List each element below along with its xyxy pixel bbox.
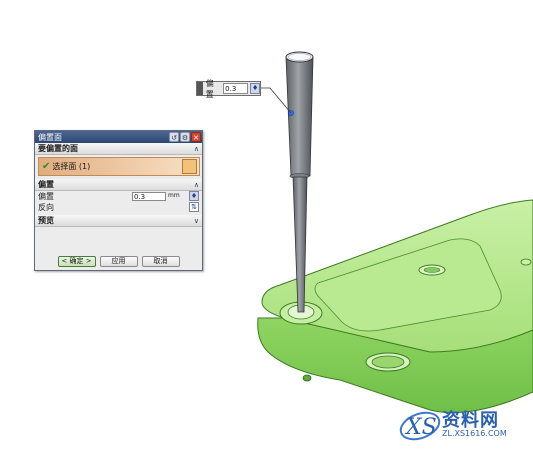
reverse-row: 反向 ⇅: [35, 202, 202, 213]
watermark-logo: XS: [399, 411, 441, 441]
watermark: XS 资料网 ZL.XS1616.COM: [398, 404, 530, 446]
section-offset[interactable]: 偏置 ∧: [35, 179, 202, 191]
unit-label: mm: [168, 192, 180, 199]
offset-row: 偏置 0.3 mm ♦: [35, 191, 202, 202]
close-icon[interactable]: ✕: [191, 132, 201, 142]
ejector-pin[interactable]: [285, 51, 314, 313]
chevron-up-icon[interactable]: ∧: [194, 181, 199, 189]
section-faces-to-offset[interactable]: 要偏置的面 ∧: [35, 143, 202, 155]
select-face-row[interactable]: ✔ 选择面 (1): [38, 157, 200, 176]
settings-icon[interactable]: ⚙: [180, 132, 190, 142]
section-offset-label: 偏置: [38, 180, 54, 189]
check-icon: ✔: [42, 161, 51, 172]
svg-text:XS: XS: [404, 415, 437, 440]
dialog-title: 偏置面: [38, 132, 62, 142]
offset-input[interactable]: 0.3: [132, 192, 166, 201]
grip-handle[interactable]: [197, 82, 203, 95]
spinner-icon[interactable]: ♦: [250, 83, 260, 94]
apply-button[interactable]: 应用: [99, 256, 138, 267]
dialog-buttons: < 确定 > 应用 取消: [35, 256, 202, 267]
chevron-up-icon[interactable]: ∧: [194, 145, 199, 153]
reset-icon[interactable]: ↺: [169, 132, 179, 142]
face-select-icon[interactable]: [182, 159, 197, 174]
offset-float-value[interactable]: 0.3: [223, 83, 249, 94]
offset-face-dialog: 偏置面 ↺ ⚙ ✕ 要偏置的面 ∧ ✔ 选择面 (1) 偏置 ∧ 偏置 0.3 …: [34, 130, 203, 271]
watermark-url: ZL.XS1616.COM: [442, 429, 507, 438]
leader-line: [261, 87, 292, 114]
ok-button[interactable]: < 确定 >: [57, 256, 96, 267]
section-preview[interactable]: 预览 ∨: [35, 215, 202, 227]
offset-float-input[interactable]: 偏置 0.3 ♦: [196, 79, 261, 99]
chevron-down-icon[interactable]: ∨: [194, 217, 199, 225]
spinner-icon[interactable]: ♦: [189, 191, 199, 201]
select-face-label: 选择面 (1): [52, 162, 91, 171]
reverse-direction-icon[interactable]: ⇅: [189, 202, 199, 212]
reverse-label: 反向: [38, 203, 54, 212]
offset-label: 偏置: [38, 192, 54, 201]
offset-float-label: 偏置: [205, 78, 214, 99]
section-faces-label: 要偏置的面: [38, 144, 78, 153]
section-preview-label: 预览: [38, 216, 54, 225]
cancel-button[interactable]: 取消: [141, 256, 180, 267]
dialog-titlebar[interactable]: 偏置面 ↺ ⚙ ✕: [35, 131, 202, 143]
